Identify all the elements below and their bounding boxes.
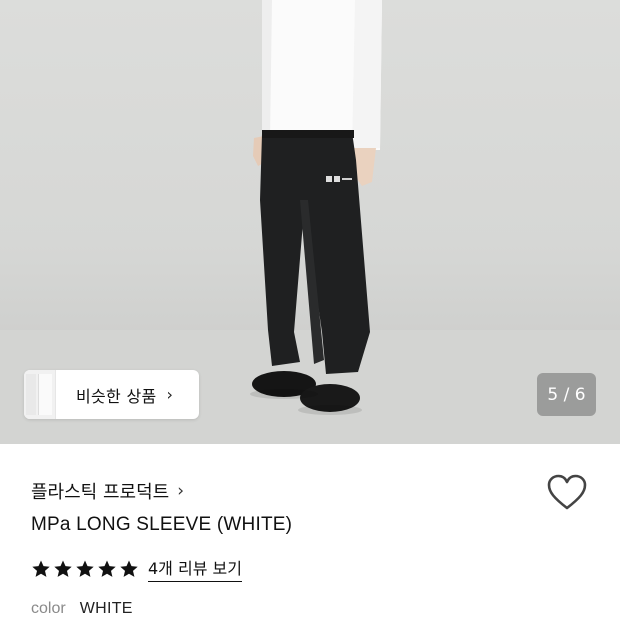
- heart-outline-icon: [547, 474, 587, 510]
- star-filled-icon: [54, 560, 72, 577]
- chevron-right-icon: ›: [166, 385, 173, 404]
- product-photo[interactable]: 비슷한 상품 › 5 / 6: [0, 0, 620, 444]
- rating-row: 4개 리뷰 보기: [31, 555, 242, 582]
- color-info: color WHITE: [31, 600, 133, 618]
- star-filled-icon: [120, 560, 138, 577]
- product-title: MPa LONG SLEEVE (WHITE): [31, 514, 293, 535]
- star-filled-icon: [98, 560, 116, 577]
- brand-link[interactable]: 플라스틱 프로덕트 ›: [31, 478, 184, 504]
- star-filled-icon: [76, 560, 94, 577]
- similar-product-thumbnail: [24, 370, 56, 419]
- pager-text: 5 / 6: [547, 384, 586, 405]
- similar-products-label: 비슷한 상품: [76, 386, 157, 406]
- star-filled-icon: [32, 560, 50, 577]
- brand-name: 플라스틱 프로덕트: [31, 482, 170, 503]
- image-pager-indicator: 5 / 6: [537, 373, 596, 416]
- review-link[interactable]: 4개 리뷰 보기: [148, 555, 242, 582]
- wishlist-heart-button[interactable]: [546, 473, 588, 513]
- color-value: WHITE: [79, 600, 133, 617]
- star-rating: [31, 559, 139, 579]
- color-label: color: [31, 600, 66, 617]
- chevron-right-icon: ›: [177, 481, 185, 501]
- similar-products-button[interactable]: 비슷한 상품 ›: [24, 370, 199, 419]
